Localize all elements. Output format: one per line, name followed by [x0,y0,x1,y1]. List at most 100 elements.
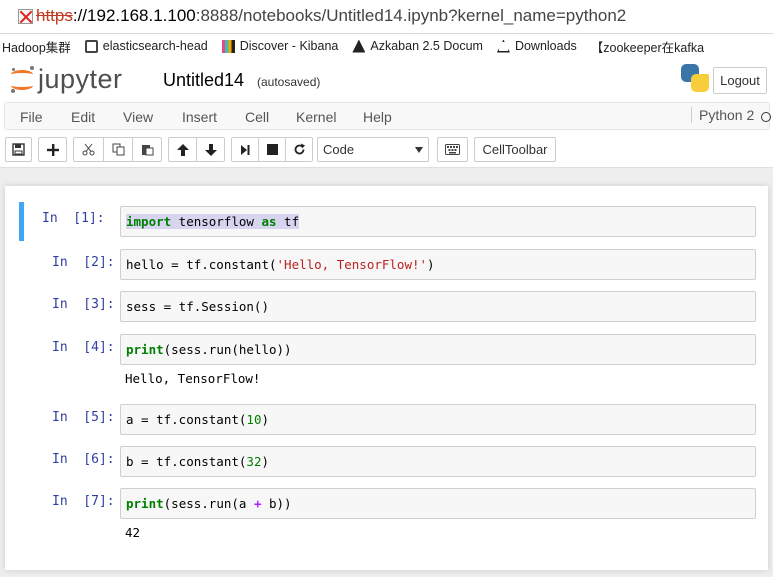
step-forward-icon [241,144,250,155]
url-host: ://192.168.1.100 [72,6,196,25]
cell-type-value: Code [323,142,355,157]
jupyter-logo[interactable]: jupyter [10,64,123,95]
arrow-down-icon [204,143,217,156]
notebook-container: In [1]: import tensorflow as tf In [2]: … [5,186,768,570]
arrow-up-icon [176,143,189,156]
code-cell-7[interactable]: In [7]: print(sess.run(a + b)) 42 [19,485,756,547]
code-token: 32 [246,454,262,469]
menu-kernel[interactable]: Kernel [296,109,336,125]
plus-icon [46,143,59,156]
bookmark-azkaban[interactable]: Azkaban 2.5 Docum [352,39,483,53]
python-logo-icon [681,64,709,92]
code-input[interactable]: print(sess.run(a + b)) [120,488,756,519]
code-token: print [126,496,164,511]
menubar: File Edit View Insert Cell Kernel Help P… [0,102,773,130]
bookmark-kibana[interactable]: Discover - Kibana [221,39,338,53]
cell-output: Hello, TensorFlow! [125,371,261,386]
interrupt-kernel-button[interactable] [258,137,286,162]
bookmark-label: Downloads [514,39,577,53]
bookmark-label: elasticsearch-head [102,39,208,53]
azkaban-icon [352,39,366,53]
menu-file[interactable]: File [20,109,43,125]
code-token: print [126,342,164,357]
scissors-icon [82,143,95,156]
code-token: b = tf.constant( [126,454,247,469]
elasticsearch-icon [84,39,98,53]
cut-button[interactable] [73,137,104,162]
code-line: import tensorflow as tf [126,214,300,229]
code-token: (sess.run(hello)) [163,342,292,357]
restart-kernel-button[interactable] [285,137,313,162]
input-prompt: In [1]: [42,211,105,226]
run-cell-button[interactable] [231,137,259,162]
url-scheme: https [36,6,73,25]
bookmark-hadoop[interactable]: Hadoop集群 [2,37,71,56]
save-icon [12,143,25,156]
code-input[interactable]: print(sess.run(hello)) [120,334,756,365]
notebook-name[interactable]: Untitled14 [163,70,244,91]
kernel-idle-indicator-icon [761,112,771,122]
code-token: 'Hello, TensorFlow!' [276,257,428,272]
code-cell-6[interactable]: In [6]: b = tf.constant(32) [19,443,756,479]
code-input[interactable]: hello = tf.constant('Hello, TensorFlow!'… [120,249,756,280]
refresh-icon [294,143,305,155]
code-token: ) [427,257,435,272]
kernel-name: Python 2 [691,107,754,123]
code-token: b)) [261,496,292,511]
paste-button[interactable] [132,137,162,162]
bookmark-elasticsearch-head[interactable]: elasticsearch-head [84,39,208,53]
code-cell-4[interactable]: In [4]: print(sess.run(hello)) Hello, Te… [19,331,756,393]
code-token: as [261,214,277,229]
logout-button[interactable]: Logout [713,67,767,94]
menu-edit[interactable]: Edit [71,109,95,125]
jupyter-logo-text: jupyter [38,64,123,94]
chevron-down-icon [415,147,423,153]
insert-cell-button[interactable] [38,137,67,162]
downloads-icon [496,39,510,53]
move-up-button[interactable] [168,137,197,162]
code-token: sess = tf.Session() [126,299,269,314]
code-cell-5[interactable]: In [5]: a = tf.constant(10) [19,401,756,437]
code-token: a = tf.constant( [126,412,247,427]
code-token: (sess.run(a [163,496,254,511]
code-input[interactable]: sess = tf.Session() [120,291,756,322]
address-bar[interactable]: https://192.168.1.100:8888/notebooks/Unt… [0,0,773,34]
autosave-status: (autosaved) [257,75,321,89]
url-text[interactable]: https://192.168.1.100:8888/notebooks/Unt… [36,6,626,26]
url-path: :8888/notebooks/Untitled14.ipynb?kernel_… [195,6,627,25]
code-token: ) [261,454,270,469]
bookmark-label: 【zookeeper在kafka [590,40,705,55]
code-input[interactable]: b = tf.constant(32) [120,446,756,477]
notebook-toolbar: Code CellToolbar [0,130,773,168]
menu-help[interactable]: Help [363,109,392,125]
code-token: tensorflow [171,214,262,229]
celltoolbar-button[interactable]: CellToolbar [474,137,556,162]
code-token: tf [276,214,300,229]
jupyter-logo-icon [10,65,34,94]
command-palette-button[interactable] [437,137,468,162]
bookmarks-bar: Hadoop集群 elasticsearch-head Discover - K… [0,34,773,58]
bookmark-label: Azkaban 2.5 Docum [370,39,483,53]
menu-insert[interactable]: Insert [182,109,217,125]
copy-button[interactable] [103,137,133,162]
keyboard-icon [445,144,460,155]
move-down-button[interactable] [196,137,225,162]
code-input[interactable]: import tensorflow as tf [120,206,756,237]
bookmark-zookeeper[interactable]: 【zookeeper在kafka [591,37,704,56]
insecure-connection-icon[interactable] [18,9,33,24]
code-input[interactable]: a = tf.constant(10) [120,404,756,435]
save-button[interactable] [5,137,32,162]
menu-cell[interactable]: Cell [245,109,269,125]
menu-view[interactable]: View [123,109,153,125]
code-cell-1[interactable]: In [1]: import tensorflow as tf [19,202,756,241]
code-token: hello = tf.constant( [126,257,277,272]
bookmark-downloads[interactable]: Downloads [496,39,577,53]
code-token: import [126,214,172,229]
paste-icon [141,145,153,156]
cell-type-select[interactable]: Code [317,137,429,162]
code-cell-2[interactable]: In [2]: hello = tf.constant('Hello, Tens… [19,246,756,282]
kibana-icon [221,39,235,53]
code-token: ) [261,412,270,427]
notebook-header: jupyter Untitled14 (autosaved) Logout [0,58,773,102]
code-cell-3[interactable]: In [3]: sess = tf.Session() [19,288,756,324]
